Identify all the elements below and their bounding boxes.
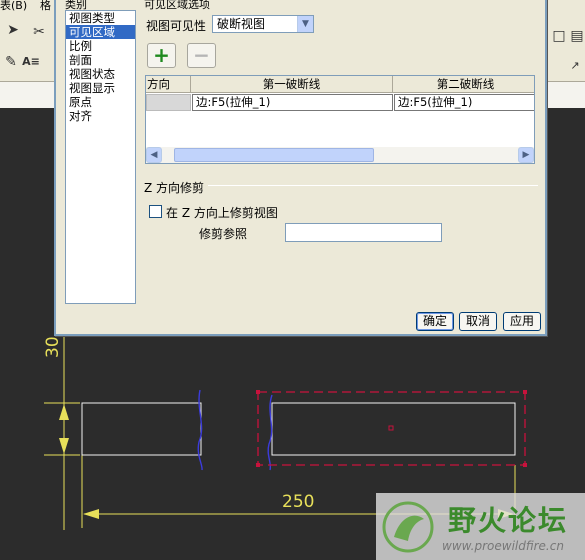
column-header-second-break: 第二破断线 <box>393 76 534 93</box>
visibility-value: 破断视图 <box>217 17 266 31</box>
logo-icon <box>382 501 434 553</box>
category-item[interactable]: 原点 <box>66 95 135 109</box>
ok-button[interactable]: 确定 <box>416 312 454 331</box>
category-item[interactable]: 比例 <box>66 39 135 53</box>
dim-arrow-left <box>83 509 99 519</box>
table-cell-direction[interactable] <box>146 94 191 111</box>
divider <box>208 185 538 186</box>
selection-handle <box>256 390 260 394</box>
cancel-button[interactable]: 取消 <box>459 312 497 331</box>
dim-arrow-down <box>59 438 69 454</box>
table-cell-second-break[interactable]: 边:F5(拉伸_1) <box>394 94 534 111</box>
remove-row-button[interactable]: − <box>187 43 216 68</box>
dim-vertical-label: 30 <box>43 336 63 358</box>
table-horizontal-scrollbar[interactable]: ◀ ▶ <box>146 147 534 163</box>
break-line-left <box>197 389 203 471</box>
add-row-button[interactable]: + <box>147 43 176 68</box>
scroll-thumb[interactable] <box>174 148 374 162</box>
selection-handle <box>256 463 260 467</box>
category-item[interactable]: 视图类型 <box>66 11 135 25</box>
selection-handle <box>523 463 527 467</box>
category-item-selected[interactable]: 可见区域 <box>66 25 135 39</box>
watermark-title: 野火论坛 <box>448 504 569 537</box>
table-cell-first-break[interactable]: 边:F5(拉伸_1) <box>192 94 393 111</box>
category-listbox[interactable]: 视图类型 可见区域 比例 剖面 视图状态 视图显示 原点 对齐 <box>65 10 136 304</box>
forum-watermark: 野火论坛 www.proewildfire.cn <box>376 493 585 560</box>
section-legend: 可见区域选项 <box>142 0 212 12</box>
category-item[interactable]: 视图状态 <box>66 67 135 81</box>
selection-handle <box>523 390 527 394</box>
clip-ref-field[interactable] <box>285 223 442 242</box>
view-properties-dialog: 类别 视图类型 可见区域 比例 剖面 视图状态 视图显示 原点 对齐 可见区域选… <box>54 0 547 336</box>
z-clip-checkbox[interactable] <box>149 205 162 218</box>
clip-ref-label: 修剪参照 <box>199 227 248 241</box>
visibility-select[interactable]: 破断视图 ▼ <box>212 15 314 33</box>
category-item[interactable]: 视图显示 <box>66 81 135 95</box>
z-clip-checkbox-label: 在 Z 方向上修剪视图 <box>166 206 278 220</box>
scroll-right-icon[interactable]: ▶ <box>518 147 534 163</box>
chevron-down-icon[interactable]: ▼ <box>297 16 313 32</box>
category-item[interactable]: 对齐 <box>66 109 135 123</box>
break-line-right <box>267 394 273 471</box>
category-item[interactable]: 剖面 <box>66 53 135 67</box>
dim-horizontal-label: 250 <box>282 492 314 512</box>
dim-arrow-up <box>59 404 69 420</box>
selection-center <box>388 425 394 431</box>
z-clip-legend: Z 方向修剪 <box>144 179 209 196</box>
visibility-label: 视图可见性 <box>146 19 207 33</box>
apply-button[interactable]: 应用 <box>503 312 541 331</box>
column-header-first-break: 第一破断线 <box>191 76 393 93</box>
scroll-left-icon[interactable]: ◀ <box>146 147 162 163</box>
column-header-direction: 方向 <box>146 76 191 93</box>
part-left-outline <box>81 402 202 456</box>
watermark-url: www.proewildfire.cn <box>442 539 564 553</box>
break-lines-table: 方向 第一破断线 第二破断线 边:F5(拉伸_1) 边:F5(拉伸_1) ◀ ▶ <box>145 75 535 164</box>
